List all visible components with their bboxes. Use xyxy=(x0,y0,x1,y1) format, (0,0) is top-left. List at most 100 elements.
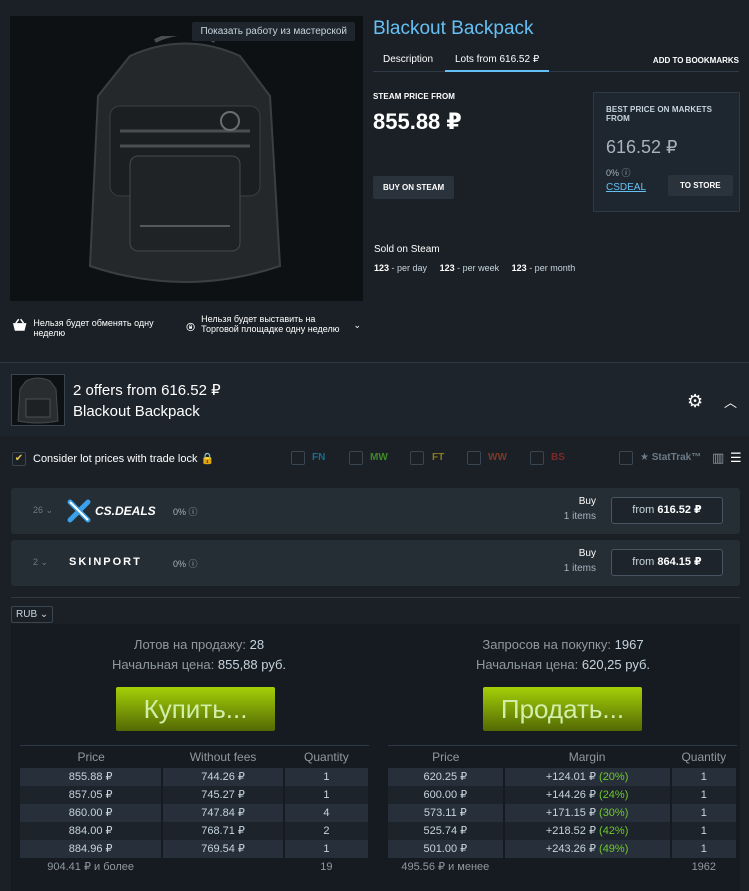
market-buy-label: Buy xyxy=(578,496,596,507)
table-row: 501.00 ₽ +243.26 ₽ (49%) 1 xyxy=(388,839,739,858)
steam-price-label: STEAM PRICE FROM xyxy=(373,92,456,101)
sold-on-steam-title: Sold on Steam xyxy=(374,244,440,255)
table-row: 857.05 ₽745.27 ₽1 xyxy=(20,785,371,804)
sold-per-week: 123 - per week xyxy=(439,263,500,273)
trade-lock-label: Consider lot prices with trade lock 🔒 xyxy=(33,453,215,465)
market-pct: 0% ⓘ xyxy=(173,507,198,517)
table-footer-row: 904.41 ₽ и более 19 xyxy=(20,857,371,876)
sell-start-line: Начальная цена: 855,88 руб. xyxy=(111,657,287,672)
tab-bar: Description Lots from 616.52 ₽ ADD TO BO… xyxy=(373,50,739,72)
table-footer-row: 495.56 ₽ и менее 1962 xyxy=(388,857,739,876)
market-row-csdeals[interactable]: 26 ⌄ CS.DEALS 0% ⓘ Buy 1 items from 616.… xyxy=(11,488,740,534)
table-row: 600.00 ₽ +144.26 ₽ (24%) 1 xyxy=(388,785,739,804)
wear-bs-label: BS xyxy=(551,452,565,463)
offers-count: 2 offers from 616.52 ₽ xyxy=(73,382,221,399)
best-price-panel: BEST PRICE ON MARKETS FROM 616.52 ₽ 0% ⓘ… xyxy=(593,92,740,212)
backpack-thumb-image xyxy=(17,377,59,424)
buy-count-line: Запросов на покупку: 1967 xyxy=(482,637,644,652)
sell-orders-table: Price Without fees Quantity 855.88 ₽744.… xyxy=(20,745,371,876)
wear-ft-label: FT xyxy=(432,452,445,463)
offers-header: 2 offers from 616.52 ₽ Blackout Backpack… xyxy=(0,362,749,436)
market-price-button[interactable]: from 864.15 ₽ xyxy=(611,549,723,576)
best-pct-value: 0% xyxy=(606,168,620,178)
ft-checkbox[interactable] xyxy=(410,451,424,465)
buy-on-steam-button[interactable]: BUY ON STEAM xyxy=(373,176,455,199)
wear-ww-label: WW xyxy=(488,452,507,463)
table-row: 525.74 ₽ +218.52 ₽ (42%) 1 xyxy=(388,821,739,840)
gear-icon[interactable]: ⚙ xyxy=(687,391,703,412)
tab-description[interactable]: Description xyxy=(373,50,443,72)
sold-per-month: 123 - per month xyxy=(511,263,576,273)
stattrak-checkbox[interactable] xyxy=(619,451,633,465)
item-thumbnail xyxy=(11,374,65,426)
market-lock-icon xyxy=(186,322,195,332)
market-items-count: 1 items xyxy=(563,511,596,522)
table-row: 620.25 ₽ +124.01 ₽ (20%) 1 xyxy=(388,767,739,786)
steam-price-value: 855.88 ₽ xyxy=(373,109,462,134)
info-icon: ⓘ xyxy=(188,559,198,569)
offers-item-name: Blackout Backpack xyxy=(73,403,200,420)
sold-stats: 123 - per day 123 - per week 123 - per m… xyxy=(374,263,585,273)
csdeals-logo-icon xyxy=(67,499,91,523)
basket-icon xyxy=(12,318,27,331)
item-header: Показать работу из мастерской Blackout B… xyxy=(0,0,749,362)
currency-select[interactable]: RUB ⌄ xyxy=(11,606,54,623)
to-store-button[interactable]: TO STORE xyxy=(668,175,733,196)
sell-button[interactable]: Продать... xyxy=(483,687,642,731)
lock-icon: 🔒 xyxy=(200,453,215,465)
tab-lots[interactable]: Lots from 616.52 ₽ xyxy=(445,50,550,72)
buy-start-line: Начальная цена: 620,25 руб. xyxy=(475,657,651,672)
csdeal-link[interactable]: CSDEAL xyxy=(606,182,646,193)
table-row: 860.00 ₽747.84 ₽4 xyxy=(20,803,371,822)
workshop-button[interactable]: Показать работу из мастерской xyxy=(192,22,355,41)
trade-lock-checkbox[interactable]: ✔ xyxy=(12,452,26,466)
trade-lock-warning: Нельзя будет обменять одну неделю xyxy=(12,318,182,338)
sell-col-without-fees: Without fees xyxy=(162,745,284,768)
buy-button[interactable]: Купить... xyxy=(116,687,275,731)
item-image: Показать работу из мастерской xyxy=(10,16,363,301)
table-row: 884.00 ₽768.71 ₽2 xyxy=(20,821,371,840)
wear-mw-label: MW xyxy=(370,452,388,463)
divider xyxy=(11,597,740,598)
stattrak-label: ★ StatTrak™ xyxy=(640,452,702,463)
skinport-logo: SKINPORT xyxy=(69,556,142,568)
filter-row: ✔ Consider lot prices with trade lock 🔒 … xyxy=(0,436,749,480)
market-price-button[interactable]: from 616.52 ₽ xyxy=(611,497,723,524)
chevron-up-icon[interactable]: ︿ xyxy=(724,392,737,411)
fn-checkbox[interactable] xyxy=(291,451,305,465)
table-row: 855.88 ₽744.26 ₽1 xyxy=(20,767,371,786)
list-view-icon[interactable]: ☰ xyxy=(730,450,742,466)
market-rank: 26 ⌄ xyxy=(33,505,54,515)
sell-col-quantity: Quantity xyxy=(283,745,369,768)
backpack-image xyxy=(88,36,282,283)
sold-per-day: 123 - per day xyxy=(374,263,428,273)
add-bookmarks-button[interactable]: ADD TO BOOKMARKS xyxy=(653,50,739,72)
info-icon: ⓘ xyxy=(621,168,631,178)
sell-count-line: Лотов на продажу: 28 xyxy=(133,637,265,652)
ww-checkbox[interactable] xyxy=(467,451,481,465)
market-items-count: 1 items xyxy=(563,563,596,574)
buy-col-price: Price xyxy=(388,745,504,768)
offers-title: 2 offers from 616.52 ₽ Blackout Backpack xyxy=(73,380,221,422)
best-price-label: BEST PRICE ON MARKETS FROM xyxy=(606,105,713,123)
trade-warning-text: Нельзя будет обменять одну неделю xyxy=(33,318,154,338)
market-lock-warning: Нельзя будет выставить на Торговой площа… xyxy=(186,314,361,335)
table-row: 884.96 ₽769.54 ₽1 xyxy=(20,839,371,858)
steam-market-panel: Лотов на продажу: 28 Начальная цена: 855… xyxy=(11,624,740,891)
sell-col-price: Price xyxy=(20,745,163,768)
csdeals-logo: CS.DEALS xyxy=(67,499,156,523)
info-icon: ⓘ xyxy=(188,507,198,517)
item-title: Blackout Backpack xyxy=(373,18,534,39)
mw-checkbox[interactable] xyxy=(349,451,363,465)
best-price-value: 616.52 ₽ xyxy=(606,137,678,157)
buy-orders-table: Price Margin Quantity 620.25 ₽ +124.01 ₽ … xyxy=(388,745,739,876)
market-row-skinport[interactable]: 2 ⌄ SKINPORT 0% ⓘ Buy 1 items from 864.1… xyxy=(11,540,740,586)
buy-col-margin: Margin xyxy=(503,745,671,768)
market-rank: 2 ⌄ xyxy=(33,557,49,567)
market-pct: 0% ⓘ xyxy=(173,559,198,569)
grid-view-icon[interactable]: ▥ xyxy=(712,450,724,466)
chevron-down-icon[interactable]: ⌄ xyxy=(353,320,361,331)
market-buy-label: Buy xyxy=(578,548,596,559)
wear-fn-label: FN xyxy=(312,452,326,463)
bs-checkbox[interactable] xyxy=(530,451,544,465)
